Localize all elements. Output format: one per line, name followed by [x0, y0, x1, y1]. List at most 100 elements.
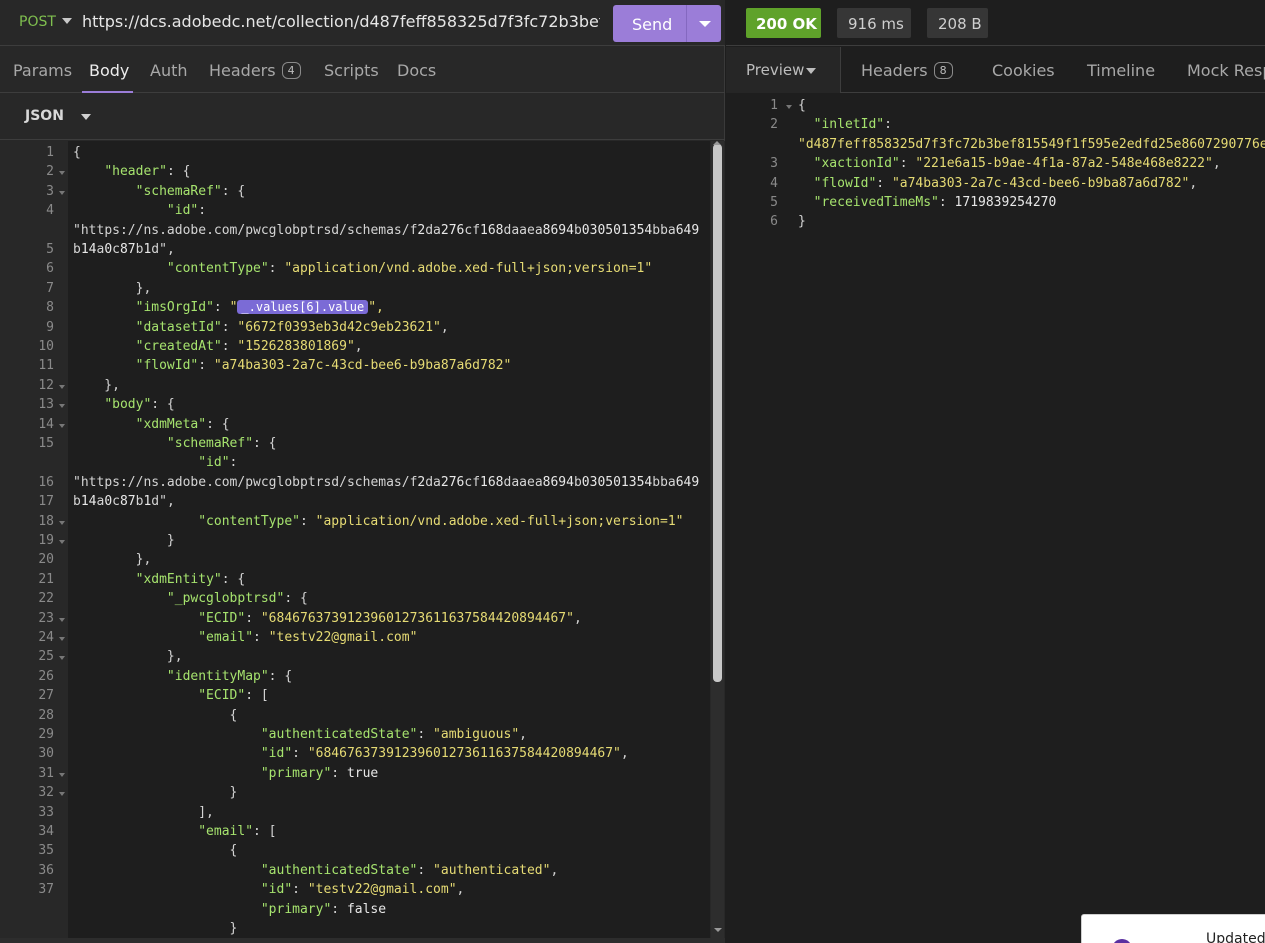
code-line: "imsOrgId": " _.values[6].value ", [135, 300, 384, 316]
code-line: "body": { [104, 397, 175, 413]
url-input[interactable]: https://dcs.adobedc.net/collection/d487f… [82, 12, 600, 31]
code-line: "authenticatedState": "ambiguous", [260, 727, 527, 742]
line-number: 24 [38, 630, 54, 645]
fold-toggle-icon[interactable] [59, 520, 65, 525]
code-line: } [73, 533, 175, 548]
line-number: 6 [770, 214, 778, 230]
code-line: "authenticatedState": "authenticated", [260, 862, 559, 878]
code-line: "id": [198, 455, 238, 471]
body-editor[interactable]: 1 2 3 4 5 6 7 8 9 10 11 12 13 14 15 16 17 18 19 20 21 22 23 24 2… [0, 141, 725, 938]
scroll-up-arrow-icon[interactable] [713, 141, 721, 145]
tab-response-headers-label: Headers [861, 61, 928, 80]
line-number: 2 [46, 164, 54, 180]
horizontal-scrollbar[interactable] [0, 938, 725, 943]
fold-toggle-icon[interactable] [59, 637, 65, 641]
line-number: 33 [38, 804, 54, 820]
code-line: "createdAt": "1526283801869", [135, 339, 363, 354]
response-code-line: { [798, 98, 806, 113]
code-line: }, [73, 280, 152, 296]
line-number: 31 [38, 765, 54, 781]
code-line: "email": [ [198, 824, 277, 839]
code-line: "header": { [104, 164, 191, 180]
fold-toggle-icon[interactable] [59, 656, 65, 661]
fold-toggle-icon[interactable] [59, 384, 65, 389]
code-line: b14a0c87b1d", [73, 494, 175, 510]
tab-auth[interactable]: Auth [150, 61, 188, 80]
line-number: 13 [38, 397, 54, 413]
method-select[interactable]: POST [19, 14, 56, 30]
fold-toggle-icon[interactable] [59, 540, 65, 544]
tab-mock-response[interactable]: Mock Resp [1187, 61, 1265, 80]
line-number: 7 [46, 280, 54, 296]
scrollbar-thumb[interactable] [713, 144, 722, 682]
active-tab-indicator [82, 91, 133, 93]
code-line: "email": "testv22@gmail.com" [198, 630, 418, 645]
line-number: 17 [38, 494, 54, 510]
line-number: 35 [38, 843, 54, 859]
line-number: 5 [46, 242, 54, 257]
code-line: }, [73, 552, 152, 568]
line-number: 18 [38, 513, 54, 529]
chevron-down-icon[interactable] [62, 18, 72, 24]
fold-toggle-icon[interactable] [59, 404, 65, 409]
tab-response-headers[interactable]: Headers 8 [861, 61, 953, 80]
code-line: "datasetId": "6672f0393eb3d42c9eb23621", [135, 319, 449, 335]
code-line: } [73, 921, 238, 936]
code-line: "xdmMeta": { [135, 416, 230, 432]
preview-select[interactable]: Preview [726, 47, 841, 93]
response-code-line: "inletId": [813, 117, 892, 133]
code-line: "contentType": "application/vnd.adobe.xe… [198, 513, 684, 529]
tab-docs[interactable]: Docs [397, 61, 436, 80]
tab-headers[interactable]: Headers 4 [209, 61, 301, 80]
tab-body[interactable]: Body [89, 61, 129, 80]
tab-scripts[interactable]: Scripts [324, 61, 379, 80]
code-line: "primary": false [260, 901, 387, 917]
code-line: "_pwcglobptrsd": { [166, 591, 308, 607]
response-code-line: "d487feff858325d7f3fc72b3bef815549f1f595… [798, 136, 1265, 152]
body-type-select[interactable]: JSON [25, 108, 64, 124]
tab-headers-label: Headers [209, 61, 276, 80]
tab-cookies[interactable]: Cookies [992, 61, 1055, 80]
line-number: 8 [46, 300, 54, 316]
response-code-line: "receivedTimeMs": 1719839254270 [813, 195, 1057, 210]
code-line: "https://ns.adobe.com/pwcglobptrsd/schem… [73, 474, 700, 490]
code-line: "xdmEntity": { [135, 571, 246, 587]
fold-toggle-icon[interactable] [59, 792, 65, 797]
fold-toggle-icon[interactable] [59, 190, 65, 195]
response-size: 208 B [938, 15, 982, 33]
fold-toggle-icon[interactable] [786, 105, 792, 109]
line-number: 9 [46, 319, 54, 335]
code-line: "schemaRef": { [166, 436, 277, 451]
send-divider [686, 5, 687, 42]
fold-toggle-icon[interactable] [59, 171, 65, 176]
app-logo-icon [1112, 939, 1132, 943]
chevron-down-icon[interactable] [699, 21, 711, 27]
template-tag[interactable]: _.values[6].value [237, 300, 369, 315]
code-line: "ECID": "6846763739123960127361163758442… [198, 610, 582, 626]
line-number: 21 [38, 571, 54, 587]
fold-toggle-icon[interactable] [59, 617, 65, 622]
line-number: 15 [38, 436, 54, 451]
code-line: "id": "testv22@gmail.com", [260, 882, 465, 898]
line-number: 12 [38, 377, 54, 393]
line-number: 26 [38, 668, 54, 684]
tab-timeline[interactable]: Timeline [1087, 61, 1155, 80]
chevron-down-icon[interactable] [806, 68, 816, 74]
code-line: ], [73, 804, 214, 820]
line-number: 25 [38, 649, 54, 665]
line-number: 23 [38, 610, 54, 626]
tab-params[interactable]: Params [13, 61, 72, 80]
preview-label: Preview [746, 61, 805, 79]
url-bar: POST https://dcs.adobedc.net/collection/… [0, 0, 725, 46]
fold-toggle-icon[interactable] [59, 772, 65, 777]
response-code-line: "xactionId": "221e6a15-b9ae-4f1a-87a2-54… [813, 156, 1221, 172]
update-notification[interactable]: Updated [1081, 914, 1265, 943]
request-tabs: Params Body Auth Headers 4 Scripts Docs [0, 47, 725, 93]
line-number: 27 [38, 688, 54, 704]
fold-toggle-icon[interactable] [59, 423, 65, 428]
line-number: 29 [38, 727, 54, 742]
scroll-down-arrow-icon[interactable] [714, 928, 722, 932]
chevron-down-icon[interactable] [81, 114, 91, 120]
line-number: 32 [38, 785, 54, 801]
send-button[interactable]: Send [613, 5, 721, 42]
